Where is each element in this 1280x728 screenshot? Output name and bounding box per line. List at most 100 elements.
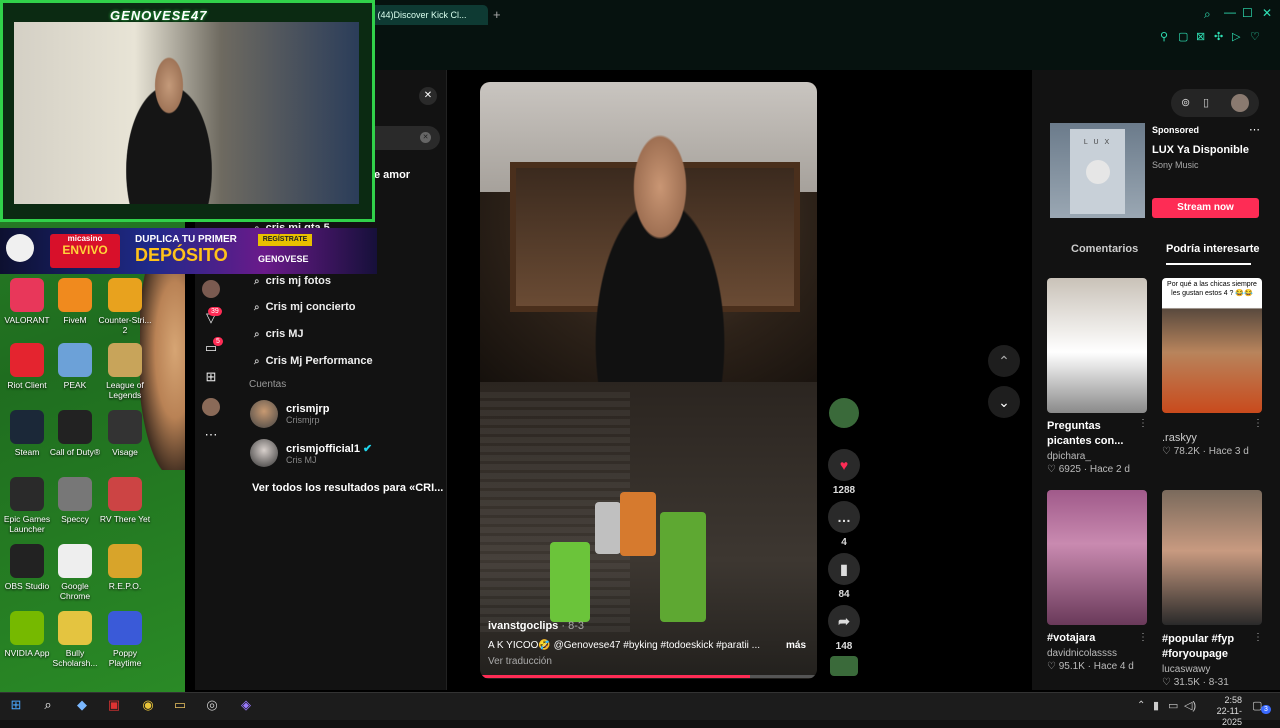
close-window-icon[interactable]: ✕	[1262, 6, 1272, 20]
desktop-shortcut[interactable]: OBS Studio	[0, 544, 54, 591]
desktop-shortcut[interactable]: Steam	[0, 410, 54, 457]
search-suggestion[interactable]: ⌕ Cris Mj Performance	[254, 355, 373, 367]
pin-icon[interactable]: ⚲	[1160, 30, 1168, 43]
more-icon[interactable]: ⋯	[202, 427, 220, 445]
video-author[interactable]: ivanstgoclips	[488, 620, 558, 632]
app-icon[interactable]: ▣	[104, 697, 124, 715]
desktop-shortcut[interactable]: Google Chrome	[48, 544, 102, 601]
desktop-shortcut-label: OBS Studio	[4, 581, 50, 591]
card-more-icon[interactable]: ⋮	[1253, 418, 1263, 429]
desktop-shortcut[interactable]: Counter-Stri... 2	[98, 278, 152, 335]
user-avatar-icon[interactable]	[202, 398, 220, 416]
card-user[interactable]: davidnicolassss	[1047, 648, 1117, 659]
new-tab-icon[interactable]: +	[493, 7, 501, 22]
next-video-button[interactable]: ⌄	[988, 386, 1020, 418]
search-suggestion[interactable]: ⌕ Cris mj concierto	[254, 301, 355, 313]
minimize-icon[interactable]: —	[1224, 5, 1236, 19]
comment-button[interactable]: … 4	[828, 501, 860, 548]
search-suggestion-partial[interactable]: e amor	[374, 169, 410, 181]
mic-icon[interactable]: ▮	[1153, 699, 1159, 712]
card-more-icon[interactable]: ⋮	[1138, 632, 1148, 643]
card-title[interactable]: #votajara	[1047, 632, 1095, 644]
previous-video-button[interactable]: ⌃	[988, 345, 1020, 377]
save-button[interactable]: ▮ 84	[828, 553, 860, 600]
search-suggestion-label: cris mj fotos	[265, 275, 332, 287]
card-title[interactable]: .raskyy	[1162, 432, 1197, 444]
phone-icon[interactable]: ▯	[1203, 96, 1209, 109]
desktop-shortcut[interactable]: VALORANT	[0, 278, 54, 325]
like-button[interactable]: ♥ 1288	[828, 449, 860, 496]
search-suggestion[interactable]: ⌕ cris MJ	[254, 328, 304, 340]
video-thumbnail[interactable]	[1162, 490, 1262, 625]
video-player[interactable]: ivanstgoclips · 8-3 A K YICOO🤣 @Genovese…	[480, 82, 817, 679]
file-explorer-icon[interactable]: ▭	[170, 697, 190, 715]
maximize-icon[interactable]: ☐	[1242, 6, 1253, 20]
ad-cover[interactable]: L U X	[1050, 123, 1145, 218]
card-more-icon[interactable]: ⋮	[1138, 418, 1148, 429]
obs-icon[interactable]: ◎	[202, 697, 222, 715]
card-user[interactable]: lucaswawy	[1162, 664, 1210, 675]
more-link[interactable]: más	[786, 640, 806, 651]
video-thumbnail[interactable]	[1047, 490, 1147, 625]
video-description: A K YICOO🤣 @Genovese47 #byking #todoeski…	[488, 640, 761, 651]
discord-icon[interactable]: ◈	[236, 697, 256, 715]
desktop-shortcut[interactable]: FiveM	[48, 278, 102, 325]
desktop-shortcut-label: Poppy Playtime	[108, 648, 142, 668]
see-all-results-link[interactable]: Ver todos los resultados para «CRI...	[252, 482, 443, 494]
block-icon[interactable]: ⊠	[1196, 30, 1205, 43]
copilot-icon[interactable]: ◆	[72, 697, 92, 715]
windows-start-icon[interactable]: ⊞	[6, 697, 26, 715]
clock[interactable]: 2:58 22-11-2025	[1202, 695, 1242, 728]
desktop-shortcut[interactable]: Epic Games Launcher	[0, 477, 54, 534]
profile-avatar-icon[interactable]	[202, 280, 220, 298]
desktop-shortcut[interactable]: Visage	[98, 410, 152, 457]
progress-bar	[480, 675, 750, 678]
desktop-shortcut[interactable]: NVIDIA App	[0, 611, 54, 658]
play-icon[interactable]: ▷	[1232, 30, 1240, 43]
account-result[interactable]: crismjofficial1 ✔ Cris MJ	[250, 439, 372, 467]
network-icon[interactable]: ▭	[1168, 699, 1178, 712]
search-suggestion[interactable]: ⌕ cris mj fotos	[254, 275, 331, 287]
tab-suggested[interactable]: Podría interesarte	[1166, 243, 1260, 255]
card-more-icon[interactable]: ⋮	[1253, 632, 1263, 643]
heart-icon[interactable]: ♡	[1250, 30, 1260, 43]
frame-icon[interactable]: ▢	[1178, 30, 1188, 43]
upload-icon[interactable]: ⊞	[202, 369, 220, 387]
ad-more-icon[interactable]: ⋯	[1249, 123, 1260, 136]
poppy-icon	[108, 611, 142, 645]
desktop-shortcut[interactable]: Call of Duty®	[48, 410, 102, 457]
desktop-shortcut[interactable]: Riot Client	[0, 343, 54, 390]
nvidia-icon	[10, 611, 44, 645]
chrome-icon[interactable]: ◉	[138, 697, 158, 715]
extensions-icon[interactable]: ✣	[1214, 30, 1223, 43]
desktop-shortcut[interactable]: Poppy Playtime	[98, 611, 152, 668]
tray-chevron-icon[interactable]: ⌃	[1137, 700, 1145, 711]
clear-search-icon[interactable]: ✕	[420, 132, 431, 143]
share-button[interactable]: ➦ 148	[828, 605, 860, 652]
tab-discover[interactable]: ♪ (44)Discover Kick Cl...	[363, 5, 488, 25]
profile-icon[interactable]	[1231, 94, 1249, 112]
stream-now-button[interactable]: Stream now	[1152, 198, 1259, 218]
search-icon[interactable]: ⌕	[38, 697, 58, 715]
sound-icon[interactable]	[830, 656, 858, 676]
card-user[interactable]: dpichara_	[1047, 451, 1091, 462]
video-thumbnail[interactable]: Por qué a las chicas siempre les gustan …	[1162, 278, 1262, 413]
author-avatar[interactable]	[829, 398, 859, 428]
card-title[interactable]: Preguntas picantes con...	[1047, 419, 1137, 449]
search-icon[interactable]: ⌕	[1204, 7, 1211, 22]
card-title[interactable]: #popular #fyp #foryoupage	[1162, 632, 1252, 662]
desktop-shortcut[interactable]: Bully Scholarsh...	[48, 611, 102, 668]
desktop-shortcut[interactable]: PEAK	[48, 343, 102, 390]
close-search-icon[interactable]: ✕	[419, 87, 437, 105]
clock-date: 22-11-2025	[1216, 706, 1242, 727]
tab-comments[interactable]: Comentarios	[1071, 243, 1138, 255]
desktop-shortcut[interactable]: Speccy	[48, 477, 102, 524]
translate-link[interactable]: Ver traducción	[488, 656, 808, 667]
account-result[interactable]: crismjrp Crismjrp	[250, 400, 329, 428]
desktop-shortcut[interactable]: R.E.P.O.	[98, 544, 152, 591]
video-thumbnail[interactable]	[1047, 278, 1147, 413]
compass-icon[interactable]: ⊚	[1181, 96, 1190, 109]
desktop-shortcut[interactable]: League of Legends	[98, 343, 152, 400]
desktop-shortcut[interactable]: RV There Yet	[98, 477, 152, 524]
volume-icon[interactable]: ◁)	[1184, 699, 1196, 712]
